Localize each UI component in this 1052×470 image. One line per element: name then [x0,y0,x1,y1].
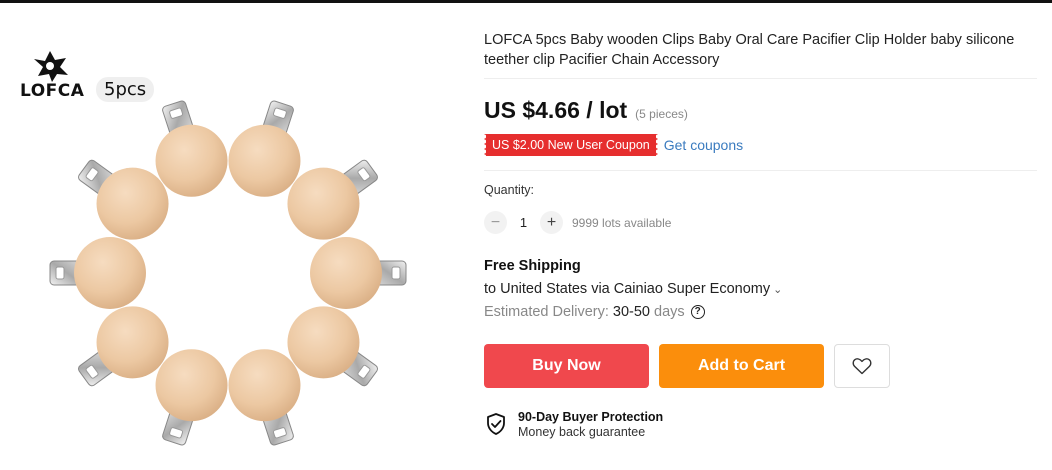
price-row: US $4.66 / lot (5 pieces) [484,97,1040,124]
protection-text: 90-Day Buyer Protection Money back guara… [518,410,663,440]
buy-now-button[interactable]: Buy Now [484,344,649,388]
product-title: LOFCA 5pcs Baby wooden Clips Baby Oral C… [484,30,1037,79]
decrease-quantity-button[interactable]: − [484,211,507,234]
chevron-down-icon: ⌄ [773,284,783,296]
wooden-bead [287,167,360,240]
lots-available: 9999 lots available [572,215,672,230]
wooden-bead [287,306,360,379]
star-flower-icon [34,51,68,82]
quantity-label: Quantity: [484,183,535,197]
quantity-tag: 5pcs [96,77,155,102]
wooden-bead [155,124,228,197]
coupon-row: US $2.00 New User Coupon Get coupons [482,134,1037,171]
shipping-method-selector[interactable]: to United States via Cainiao Super Econo… [484,281,1040,297]
delivery-value: 30-50 [612,304,650,320]
wooden-bead [310,237,382,309]
brand-logo: LOFCA [20,49,92,101]
wooden-bead [155,349,228,422]
protection-subtitle: Money back guarantee [518,425,646,439]
pieces-count: (5 pieces) [635,107,688,121]
wishlist-button[interactable] [834,344,890,388]
protection-title: 90-Day Buyer Protection [518,410,664,424]
wooden-bead [228,349,301,422]
price: US $4.66 / lot [484,97,628,123]
brand-name: LOFCA [20,81,85,101]
product-details: LOFCA 5pcs Baby wooden Clips Baby Oral C… [482,30,1040,440]
add-to-cart-button[interactable]: Add to Cart [659,344,824,388]
quantity-input[interactable]: 1 [507,215,540,230]
shield-check-icon [487,413,505,435]
estimated-delivery: Estimated Delivery: 30-50 days ? [484,304,1040,320]
shipping-destination: to United States via Cainiao Super Econo… [484,281,771,297]
help-icon[interactable]: ? [690,305,705,319]
shipping-title: Free Shipping [484,258,581,274]
wooden-bead [96,167,169,240]
purchase-actions: Buy Now Add to Cart [484,344,1040,388]
wooden-bead [74,237,146,309]
product-image[interactable]: LOFCA 5pcs [0,3,470,470]
new-user-coupon-badge[interactable]: US $2.00 New User Coupon [482,134,660,156]
buyer-protection: 90-Day Buyer Protection Money back guara… [484,410,1040,440]
wooden-bead [228,124,301,197]
heart-icon [852,358,872,375]
delivery-unit: days [654,304,685,320]
increase-quantity-button[interactable]: + [540,211,563,234]
delivery-label: Estimated Delivery: [484,304,609,320]
quantity-stepper: − 1 + 9999 lots available [484,211,1040,234]
wooden-bead [96,306,169,379]
get-coupons-link[interactable]: Get coupons [664,137,743,153]
